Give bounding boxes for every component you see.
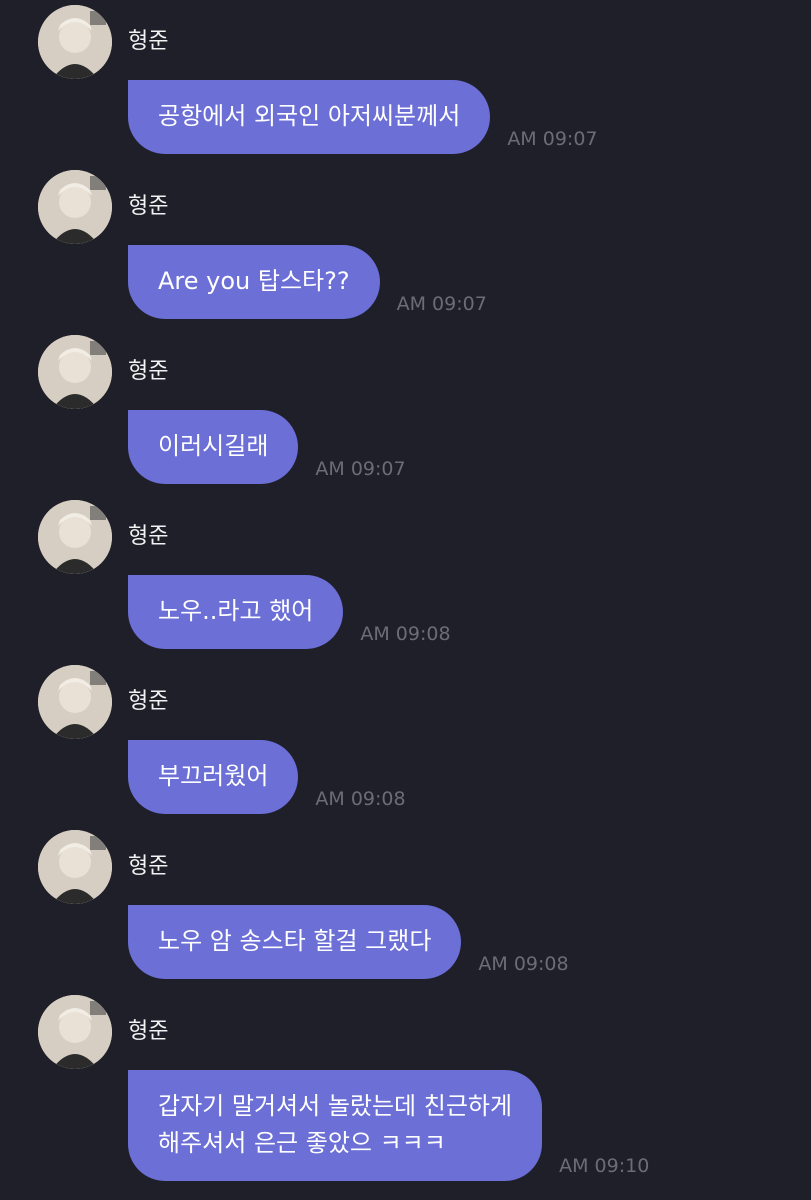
message-time: AM 09:08 xyxy=(360,623,451,645)
avatar-icon[interactable] xyxy=(38,5,112,79)
message-time: AM 09:07 xyxy=(507,128,598,150)
sender-name: 형준 xyxy=(128,194,169,219)
avatar-icon[interactable] xyxy=(38,830,112,904)
sender-name: 형준 xyxy=(128,689,169,714)
message-time: AM 09:08 xyxy=(478,953,569,975)
message-bubble[interactable]: 부끄러웠어 xyxy=(128,740,299,814)
message-bubble[interactable]: Are you 탑스타?? xyxy=(128,245,380,319)
message-row: 부끄러웠어 AM 09:08 xyxy=(128,740,406,814)
message-time: AM 09:08 xyxy=(315,788,406,810)
message-row: 공항에서 외국인 아저씨분께서 AM 09:07 xyxy=(128,80,598,154)
message-row: 노우..라고 했어 AM 09:08 xyxy=(128,575,451,649)
message-bubble[interactable]: 노우 암 송스타 할걸 그랬다 xyxy=(128,905,462,979)
message-row: Are you 탑스타?? AM 09:07 xyxy=(128,245,487,319)
message-time: AM 09:10 xyxy=(559,1155,650,1177)
avatar-icon[interactable] xyxy=(38,995,112,1069)
message-row: 갑자기 말거셔서 놀랐는데 친근하게 해주셔서 은근 좋았으 ㅋㅋㅋ AM 09… xyxy=(128,1070,649,1181)
sender-name: 형준 xyxy=(128,854,169,879)
message-time: AM 09:07 xyxy=(315,458,406,480)
sender-name: 형준 xyxy=(128,29,169,54)
message-time: AM 09:07 xyxy=(396,293,487,315)
avatar-icon[interactable] xyxy=(38,170,112,244)
avatar-icon[interactable] xyxy=(38,335,112,409)
avatar-icon[interactable] xyxy=(38,665,112,739)
sender-name: 형준 xyxy=(128,1019,169,1044)
message-row: 이러시길래 AM 09:07 xyxy=(128,410,406,484)
sender-name: 형준 xyxy=(128,524,169,549)
message-row: 노우 암 송스타 할걸 그랬다 AM 09:08 xyxy=(128,905,569,979)
avatar-icon[interactable] xyxy=(38,500,112,574)
message-bubble[interactable]: 이러시길래 xyxy=(128,410,299,484)
message-bubble[interactable]: 갑자기 말거셔서 놀랐는데 친근하게 해주셔서 은근 좋았으 ㅋㅋㅋ xyxy=(128,1070,543,1181)
message-bubble[interactable]: 공항에서 외국인 아저씨분께서 xyxy=(128,80,491,154)
message-bubble[interactable]: 노우..라고 했어 xyxy=(128,575,344,649)
chat-area: 형준 공항에서 외국인 아저씨분께서 AM 09:07 형준 Are you 탑… xyxy=(0,0,811,1200)
sender-name: 형준 xyxy=(128,359,169,384)
